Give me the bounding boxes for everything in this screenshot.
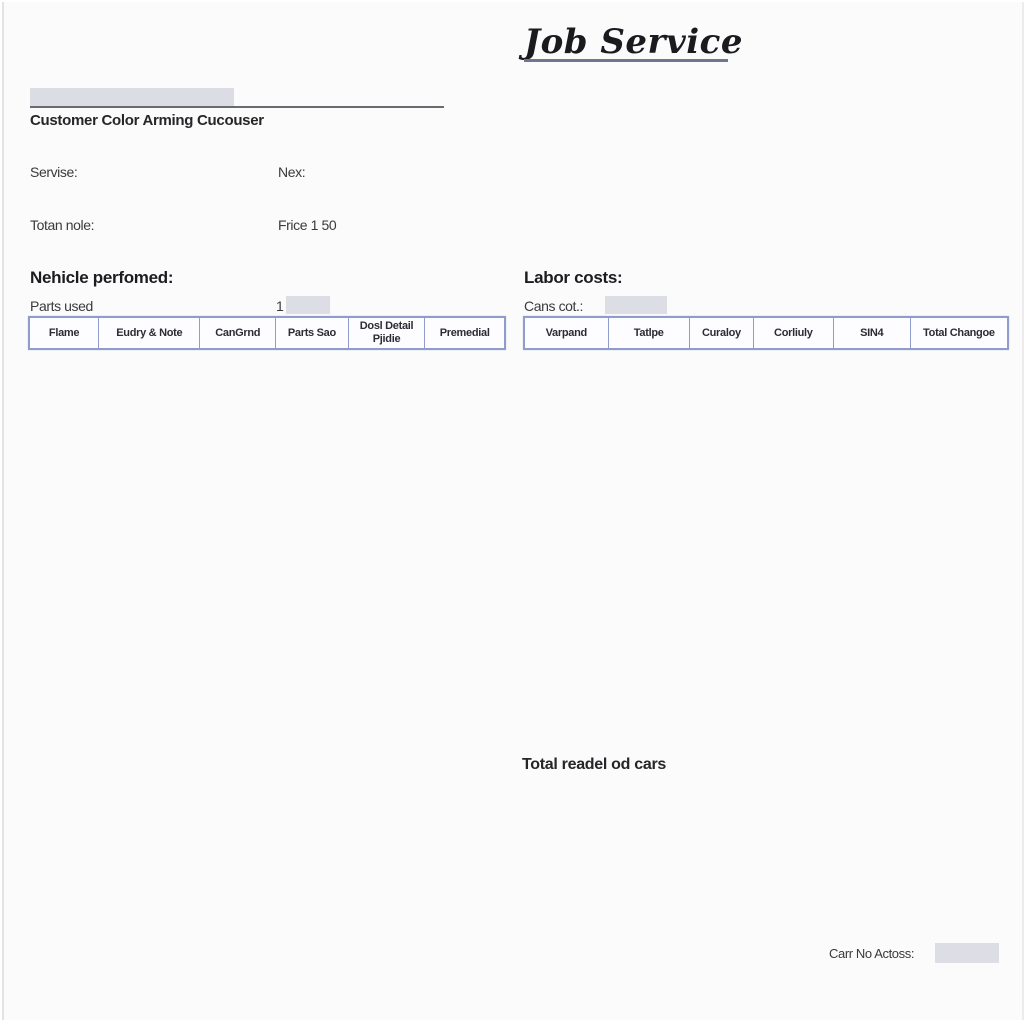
parts-table-header-row: Flame Eudry & Note CanGrnd Parts Sao Dos…	[28, 316, 506, 350]
customer-line: Customer Color Arming Cucouser	[30, 112, 264, 129]
parts-col-header: Dosl Detail Pjidie	[347, 316, 426, 350]
customer-field-underline	[30, 106, 444, 108]
labor-col-header: Corliuly	[753, 316, 834, 350]
parts-col-header: Parts Sao	[275, 316, 349, 350]
total-label: Totan nole:	[30, 217, 95, 233]
labor-col-header: Varpand	[523, 316, 609, 350]
labor-table-header-row: Varpand Tatlpe Curaloy Corliuly SIN4 Tot…	[523, 316, 1009, 350]
job-service-document: Job Service Customer Color Arming Cucous…	[2, 2, 1024, 1020]
service-label: Servise:	[30, 164, 78, 180]
parts-table: Flame Eudry & Note CanGrnd Parts Sao Dos…	[28, 316, 506, 350]
parts-col-header: Premedial	[424, 316, 506, 350]
parts-count-field[interactable]	[286, 296, 330, 314]
labor-section-heading: Labor costs:	[524, 268, 623, 287]
labor-col-header: Curaloy	[688, 316, 755, 350]
labor-cost-field[interactable]	[605, 296, 667, 314]
next-label: Nex:	[278, 164, 306, 180]
parts-col-header: Eudry & Note	[98, 316, 201, 350]
footer-label: Carr No Actoss:	[829, 946, 915, 961]
parts-col-header: Flame	[28, 316, 100, 350]
total-line: Total readel od cars	[522, 756, 666, 773]
labor-col-header: SIN4	[832, 316, 911, 350]
parts-used-label: Parts used	[30, 298, 93, 314]
labor-table: Varpand Tatlpe Curaloy Corliuly SIN4 Tot…	[523, 316, 1009, 350]
price-value: Frice 1 50	[278, 217, 337, 233]
parts-col-header: CanGrnd	[199, 316, 277, 350]
page-title: Job Service	[524, 22, 743, 62]
labor-col-header: Tatlpe	[607, 316, 690, 350]
labor-col-header: Total Changoe	[909, 316, 1009, 350]
labor-cost-label: Cans cot.:	[524, 298, 584, 314]
title-underline	[524, 59, 728, 62]
parts-count: 1	[276, 298, 284, 314]
customer-name-field[interactable]	[30, 88, 234, 108]
footer-field[interactable]	[935, 943, 999, 963]
parts-section-heading: Nehicle perfomed:	[30, 268, 174, 287]
